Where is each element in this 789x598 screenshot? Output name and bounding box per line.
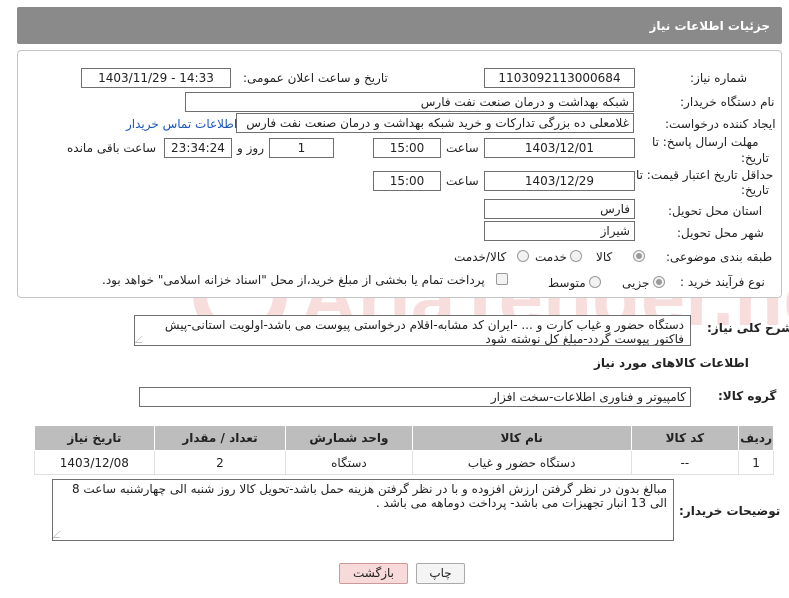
- purchase-option-minor: جزیی: [622, 276, 650, 290]
- cell-unit: دستگاه: [285, 450, 413, 475]
- description-label: شرح کلی نیاز:: [707, 321, 789, 335]
- category-option-service: خدمت: [535, 250, 567, 264]
- time-remaining-label: ساعت باقی مانده: [67, 141, 157, 155]
- days-label: روز و: [237, 141, 264, 155]
- description-text: دستگاه حضور و غیاب کارت و ... -ایران کد …: [164, 318, 684, 346]
- deadline-date-field: 1403/12/01: [484, 138, 635, 158]
- validity-label: حداقل تاریخ اعتبار قیمت: تا: [636, 168, 774, 182]
- buyer-contact-link[interactable]: اطلاعات تماس خریدار: [126, 117, 237, 131]
- page-header: جزئیات اطلاعات نیاز: [17, 7, 782, 44]
- purchase-type-label: نوع فرآیند خرید :: [680, 275, 765, 289]
- need-number-field: 1103092113000684: [484, 68, 635, 88]
- purchase-option-medium: متوسط: [548, 276, 586, 290]
- goods-group-label: گروه کالا:: [718, 389, 777, 403]
- col-quantity: تعداد / مقدار: [153, 425, 287, 451]
- cell-need-date: 1403/12/08: [34, 450, 155, 475]
- goods-table-header: ردیف کد کالا نام کالا واحد شمارش تعداد /…: [34, 425, 774, 451]
- days-remaining-field: 1: [269, 138, 334, 158]
- category-label: طبقه بندی موضوعی:: [666, 250, 773, 264]
- buyer-notes-label: توضیحات خریدار:: [679, 504, 781, 518]
- category-option-goods: کالا: [596, 250, 613, 264]
- buyer-field: شبکه بهداشت و درمان صنعت نفت فارس: [185, 92, 634, 112]
- category-radio-service[interactable]: [570, 250, 582, 262]
- city-field: شیراز: [484, 221, 635, 241]
- time-remaining-field: 23:34:24: [164, 138, 232, 158]
- cell-goods-code: --: [630, 450, 740, 475]
- deadline-label-date: تاریخ:: [741, 151, 769, 165]
- col-unit: واحد شمارش: [285, 425, 413, 451]
- col-row-number: ردیف: [738, 425, 774, 451]
- description-textarea: دستگاه حضور و غیاب کارت و ... -ایران کد …: [134, 315, 691, 346]
- table-row: 1 -- دستگاه حضور و غیاب دستگاه 2 1403/12…: [34, 450, 774, 475]
- page-title: جزئیات اطلاعات نیاز: [649, 19, 770, 33]
- creator-label: ایجاد کننده درخواست:: [665, 117, 776, 131]
- buyer-notes-textarea: مبالغ بدون در نظر گرفتن ارزش افزوده و با…: [52, 479, 674, 541]
- category-option-goods-service: کالا/خدمت: [454, 250, 507, 264]
- validity-label-date: تاریخ:: [741, 183, 769, 197]
- buyer-label: نام دستگاه خریدار:: [680, 95, 775, 109]
- province-label: استان محل تحویل:: [668, 204, 763, 218]
- cell-goods-name: دستگاه حضور و غیاب: [411, 450, 632, 475]
- back-button[interactable]: بازگشت: [339, 563, 408, 584]
- purchase-radio-minor[interactable]: [653, 276, 665, 288]
- col-need-date: تاریخ نیاز: [34, 425, 155, 451]
- resize-grip-icon[interactable]: [135, 336, 149, 343]
- city-label: شهر محل تحویل:: [677, 226, 764, 240]
- treasury-payment-checkbox[interactable]: [496, 273, 508, 285]
- cell-row-number: 1: [738, 450, 774, 475]
- print-button[interactable]: چاپ: [416, 563, 465, 584]
- col-goods-name: نام کالا: [411, 425, 632, 451]
- province-field: فارس: [484, 199, 635, 219]
- purchase-radio-medium[interactable]: [589, 276, 601, 288]
- goods-table: ردیف کد کالا نام کالا واحد شمارش تعداد /…: [34, 425, 774, 475]
- creator-field: غلامعلی ده بزرگی تدارکات و خرید شبکه بهد…: [236, 113, 634, 133]
- category-radio-goods[interactable]: [633, 250, 645, 262]
- validity-time-label: ساعت: [446, 174, 479, 188]
- announce-label: تاریخ و ساعت اعلان عمومی:: [243, 71, 388, 85]
- resize-grip-icon[interactable]: [53, 531, 67, 538]
- cell-quantity: 2: [153, 450, 287, 475]
- announce-field: 1403/11/29 - 14:33: [81, 68, 231, 88]
- goods-group-field: کامپیوتر و فناوری اطلاعات-سخت افزار: [139, 387, 691, 407]
- treasury-payment-note: پرداخت تمام یا بخشی از مبلغ خرید،از محل …: [102, 273, 485, 287]
- need-number-label: شماره نیاز:: [690, 71, 747, 85]
- buyer-notes-text: مبالغ بدون در نظر گرفتن ارزش افزوده و با…: [71, 482, 667, 510]
- deadline-label: مهلت ارسال پاسخ: تا: [652, 135, 759, 149]
- goods-section-title: اطلاعات کالاهای مورد نیاز: [594, 356, 749, 370]
- deadline-time-field: 15:00: [373, 138, 441, 158]
- deadline-time-label: ساعت: [446, 141, 479, 155]
- validity-time-field: 15:00: [373, 171, 441, 191]
- category-radio-goods-service[interactable]: [517, 250, 529, 262]
- col-goods-code: کد کالا: [630, 425, 740, 451]
- validity-date-field: 1403/12/29: [484, 171, 635, 191]
